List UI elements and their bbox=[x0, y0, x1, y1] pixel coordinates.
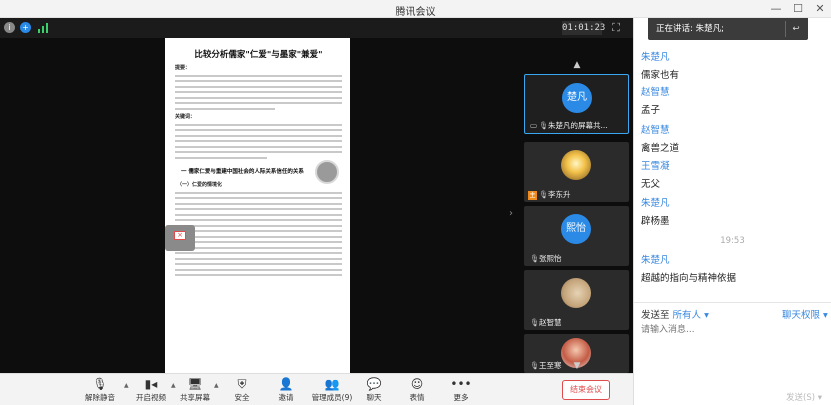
floating-annotation-tool[interactable]: × bbox=[165, 225, 195, 251]
chat-message: 无父 bbox=[641, 179, 661, 190]
undock-icon[interactable]: ↩ bbox=[788, 18, 804, 40]
avatar bbox=[561, 278, 591, 308]
chat-message: 超越的指向与精神依据 bbox=[641, 273, 737, 284]
participant-name: 朱楚凡的屏幕共... bbox=[548, 121, 608, 130]
manage-members-button[interactable]: 👥 管理成员(9) bbox=[309, 377, 355, 403]
document-abstract-label: 提要： bbox=[175, 65, 191, 71]
shield-icon: ⛨ bbox=[237, 377, 247, 391]
video-tile-nameplate: 主 🎙李东升 bbox=[524, 188, 629, 202]
document-title: 比较分析儒家"仁爱"与墨家"兼爱" bbox=[194, 50, 323, 60]
video-tile[interactable]: 熙怡 🎙张熙怡 bbox=[524, 206, 629, 266]
signal-strength-icon[interactable] bbox=[38, 23, 50, 33]
chat-message: 禽兽之道 bbox=[641, 143, 680, 154]
screen-share-icon: ▭ bbox=[529, 121, 538, 130]
invite-button[interactable]: 👤 邀请 bbox=[266, 377, 306, 403]
send-to-label: 发送至 bbox=[641, 310, 670, 321]
share-screen-button[interactable]: 🖥 共享屏幕 bbox=[175, 377, 215, 403]
more-dots-icon: ••• bbox=[450, 377, 472, 391]
audio-options-icon[interactable]: ▲ bbox=[124, 382, 129, 389]
chat-sender: 王雪凝 bbox=[641, 161, 670, 172]
video-tile-nameplate: 🎙赵智慧 bbox=[524, 316, 629, 330]
chat-panel: 正在讲话: 朱楚凡; ↩ 朱楚凡 儒家也有 赵智慧 孟子 赵智慧 禽兽之道 王雪… bbox=[633, 18, 831, 405]
scroll-up-icon[interactable]: ▲ bbox=[571, 60, 583, 70]
chat-bubble-icon: 💬 bbox=[366, 377, 382, 391]
speaking-label: 正在讲话: 朱楚凡; bbox=[656, 24, 724, 34]
participant-name: 赵智慧 bbox=[539, 318, 562, 327]
smiley-icon: ☺ bbox=[410, 377, 424, 391]
annotation-pointer[interactable] bbox=[315, 160, 339, 184]
document-keywords-label: 关键词： bbox=[175, 114, 196, 120]
chat-sender: 赵智慧 bbox=[641, 87, 670, 98]
meeting-timer: 01:01:23 bbox=[562, 21, 606, 35]
chat-time-divider: 19:53 bbox=[720, 236, 745, 246]
meeting-stage: i + 01:01:23 ⛶ 比较分析儒家"仁爱"与墨家"兼爱" 提要： 关键词… bbox=[0, 18, 633, 373]
scroll-down-icon[interactable]: ▼ bbox=[571, 361, 583, 371]
video-tile[interactable]: 🎙赵智慧 bbox=[524, 270, 629, 330]
reactions-button[interactable]: ☺ 表情 bbox=[397, 377, 437, 403]
chat-message: 孟子 bbox=[641, 105, 661, 116]
mic-muted-icon: 🎙 bbox=[539, 121, 549, 130]
participant-name: 张熙怡 bbox=[539, 254, 562, 263]
chat-sender: 朱楚凡 bbox=[641, 255, 670, 266]
chat-button[interactable]: 💬 聊天 bbox=[354, 377, 394, 403]
avatar bbox=[561, 150, 591, 180]
chevron-down-icon: ▾ bbox=[823, 310, 828, 321]
close-icon[interactable]: ✕ bbox=[812, 1, 828, 17]
mic-muted-icon: 🎙 bbox=[530, 318, 540, 327]
chat-message: 儒家也有 bbox=[641, 70, 680, 81]
avatar: 熙怡 bbox=[561, 214, 591, 244]
start-video-button[interactable]: ▮◂ 开启视频 bbox=[131, 377, 171, 403]
participant-name: 李东升 bbox=[548, 190, 571, 199]
chat-sender: 赵智慧 bbox=[641, 125, 670, 136]
host-badge-icon: 主 bbox=[528, 190, 537, 200]
mic-muted-icon: 🎙 bbox=[539, 190, 549, 199]
maximize-icon[interactable]: ☐ bbox=[790, 1, 806, 17]
send-to-selector[interactable]: 发送至 所有人 ▾ bbox=[641, 307, 709, 321]
video-tile-nameplate: ▭ 🎙朱楚凡的屏幕共... bbox=[525, 119, 628, 133]
window-title: 腾讯会议 bbox=[395, 7, 436, 18]
shield-icon[interactable]: + bbox=[20, 22, 31, 33]
mic-muted-icon: 🎙 bbox=[530, 254, 540, 263]
video-gallery: ▲ 楚凡 ▭ 🎙朱楚凡的屏幕共... 主 🎙李东升 熙怡 🎙张熙怡 🎙赵智慧 🎙… bbox=[520, 38, 633, 373]
chat-sender: 朱楚凡 bbox=[641, 198, 670, 209]
unmute-button[interactable]: 🎙 解除静音 bbox=[80, 377, 120, 403]
send-to-target: 所有人 bbox=[672, 310, 702, 321]
video-tile[interactable]: 楚凡 ▭ 🎙朱楚凡的屏幕共... bbox=[524, 74, 629, 134]
meeting-status-bar: i + 01:01:23 ⛶ bbox=[0, 18, 633, 38]
document-subsection-heading: （一）仁爱的情境化 bbox=[177, 181, 223, 188]
share-screen-icon: 🖥 bbox=[187, 377, 203, 391]
annotation-close-icon[interactable]: × bbox=[174, 231, 186, 240]
fullscreen-icon[interactable]: ⛶ bbox=[609, 21, 623, 35]
camera-off-icon: ▮◂ bbox=[144, 377, 158, 391]
chevron-down-icon: ▾ bbox=[817, 393, 823, 403]
mic-muted-icon: 🎙 bbox=[530, 361, 540, 370]
members-icon: 👥 bbox=[324, 377, 340, 391]
chat-permission-dropdown[interactable]: 聊天权限 ▾ bbox=[782, 307, 828, 321]
chat-message: 辟杨墨 bbox=[641, 216, 670, 227]
share-options-icon[interactable]: ▲ bbox=[214, 382, 219, 389]
chevron-down-icon: ▾ bbox=[704, 310, 709, 321]
meeting-toolbar: 🎙 解除静音 ▲ ▮◂ 开启视频 ▲ 🖥 共享屏幕 ▲ ⛨ 安全 👤 邀请 👥 … bbox=[0, 373, 633, 405]
video-tile[interactable]: 主 🎙李东升 bbox=[524, 142, 629, 202]
send-button[interactable]: 发送(S) ▾ bbox=[786, 391, 822, 403]
avatar: 楚凡 bbox=[562, 83, 592, 113]
video-tile-nameplate: 🎙张熙怡 bbox=[524, 252, 629, 266]
shared-screen-document: 比较分析儒家"仁爱"与墨家"兼爱" 提要： 关键词： 一 儒家仁爱与重建中国社会… bbox=[165, 38, 350, 373]
minimize-icon[interactable]: — bbox=[768, 1, 784, 17]
participant-name: 王至寒 bbox=[539, 361, 562, 370]
security-button[interactable]: ⛨ 安全 bbox=[222, 377, 262, 403]
collapse-video-panel-icon[interactable]: › bbox=[509, 208, 519, 220]
person-add-icon: 👤 bbox=[278, 377, 294, 391]
info-icon[interactable]: i bbox=[4, 22, 15, 33]
title-bar: 腾讯会议 — ☐ ✕ bbox=[0, 0, 831, 18]
end-meeting-button[interactable]: 结束会议 bbox=[562, 380, 610, 400]
mic-muted-icon: 🎙 bbox=[92, 377, 108, 391]
chat-input[interactable] bbox=[641, 323, 821, 337]
chat-sender: 朱楚凡 bbox=[641, 52, 670, 63]
more-button[interactable]: ••• 更多 bbox=[441, 377, 481, 403]
speaking-indicator: 正在讲话: 朱楚凡; ↩ bbox=[648, 18, 808, 40]
